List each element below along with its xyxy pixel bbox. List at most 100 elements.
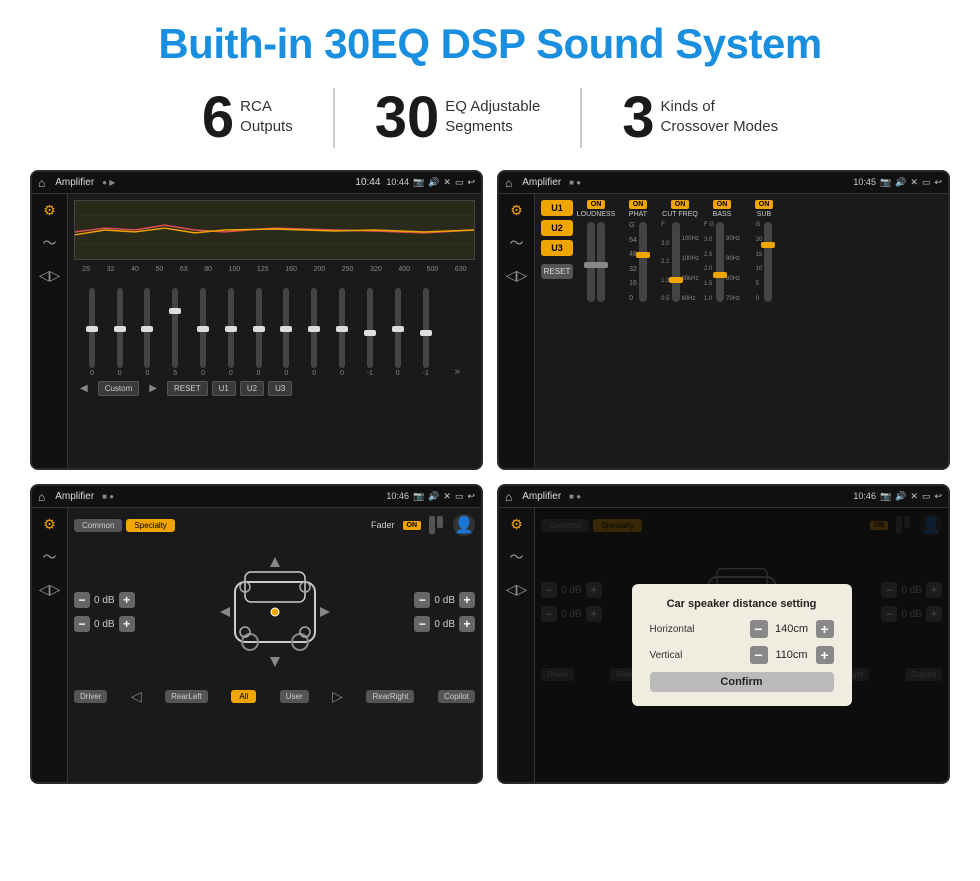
loudness-thumb2[interactable] xyxy=(594,262,608,268)
amp2-u1-btn[interactable]: U1 xyxy=(541,200,573,216)
wave-icon-4[interactable]: 〜 xyxy=(510,547,524,567)
cutfreq-on-badge[interactable]: ON xyxy=(671,200,690,209)
driver-btn-3[interactable]: Driver xyxy=(74,690,107,703)
eq-reset-btn[interactable]: RESET xyxy=(167,381,208,396)
bass-slider[interactable] xyxy=(716,222,724,302)
wave-icon-3[interactable]: 〜 xyxy=(43,547,57,567)
home-icon-4[interactable]: ⌂ xyxy=(505,490,512,504)
loudness-on-badge[interactable]: ON xyxy=(587,200,606,209)
vertical-minus-btn[interactable]: − xyxy=(750,646,768,664)
home-icon-1[interactable]: ⌂ xyxy=(38,176,45,190)
horizontal-plus-btn[interactable]: + xyxy=(816,620,834,638)
slider-track-2[interactable] xyxy=(117,288,123,368)
slider-thumb-8[interactable] xyxy=(280,326,292,332)
home-icon-2[interactable]: ⌂ xyxy=(505,176,512,190)
stat-label-crossover: Kinds ofCrossover Modes xyxy=(661,89,779,136)
slider-thumb-6[interactable] xyxy=(225,326,237,332)
fl-plus-btn[interactable]: + xyxy=(119,592,135,608)
eq-more-icon[interactable]: » xyxy=(455,366,461,377)
cutfreq-slider[interactable] xyxy=(672,222,680,302)
slider-track-5[interactable] xyxy=(200,288,206,368)
eq-u2-btn[interactable]: U2 xyxy=(240,381,264,396)
amp2-u3-btn[interactable]: U3 xyxy=(541,240,573,256)
confirm-btn[interactable]: Confirm xyxy=(650,672,834,692)
slider-thumb-3[interactable] xyxy=(141,326,153,332)
right-arrow-3[interactable]: ▷ xyxy=(332,688,343,705)
bass-thumb[interactable] xyxy=(713,272,727,278)
fr-plus-btn[interactable]: + xyxy=(459,592,475,608)
amp2-reset-btn[interactable]: RESET xyxy=(541,264,573,279)
slider-track-1[interactable] xyxy=(89,288,95,368)
speaker-icon-2[interactable]: ◁▷ xyxy=(506,267,528,284)
speaker-icon-3[interactable]: ◁▷ xyxy=(39,581,61,598)
minimize-icon-4: ▭ xyxy=(922,491,931,502)
slider-thumb-4[interactable] xyxy=(169,308,181,314)
all-btn-3[interactable]: All xyxy=(231,690,256,703)
eq-slider-3: 0 xyxy=(144,288,150,377)
horizontal-minus-btn[interactable]: − xyxy=(750,620,768,638)
tab-specialty-3[interactable]: Specialty xyxy=(126,519,174,532)
slider-thumb-5[interactable] xyxy=(197,326,209,332)
tab-common-3[interactable]: Common xyxy=(74,519,122,532)
slider-track-8[interactable] xyxy=(283,288,289,368)
slider-thumb-1[interactable] xyxy=(86,326,98,332)
slider-thumb-9[interactable] xyxy=(308,326,320,332)
left-arrow-3[interactable]: ◁ xyxy=(131,688,142,705)
rl-minus-btn[interactable]: − xyxy=(74,616,90,632)
wave-icon-1[interactable]: 〜 xyxy=(43,233,57,253)
eq-icon-4[interactable]: ⚙ xyxy=(510,516,523,533)
eq-prev-btn[interactable]: ◀ xyxy=(74,381,94,396)
rr-minus-btn[interactable]: − xyxy=(414,616,430,632)
rearleft-btn-3[interactable]: RearLeft xyxy=(165,690,208,703)
sub-thumb[interactable] xyxy=(761,242,775,248)
cutfreq-thumb[interactable] xyxy=(669,277,683,283)
eq-u1-btn[interactable]: U1 xyxy=(212,381,236,396)
slider-track-13[interactable] xyxy=(423,288,429,368)
slider-track-11[interactable] xyxy=(367,288,373,368)
eq-slider-13: -1 xyxy=(423,288,429,377)
slider-track-10[interactable] xyxy=(339,288,345,368)
slider-track-6[interactable] xyxy=(228,288,234,368)
wave-icon-2[interactable]: 〜 xyxy=(510,233,524,253)
slider-thumb-12[interactable] xyxy=(392,326,404,332)
eq-play-btn[interactable]: ▶ xyxy=(143,381,163,396)
slider-thumb-2[interactable] xyxy=(114,326,126,332)
vertical-plus-btn[interactable]: + xyxy=(816,646,834,664)
speaker-icon-1[interactable]: ◁▷ xyxy=(39,267,61,284)
screen-speaker-dialog: ⌂ Amplifier ■ ● 10:46 📷 🔊 ✕ ▭ ↩ ⚙ 〜 ◁▷ xyxy=(497,484,950,784)
slider-track-3[interactable] xyxy=(144,288,150,368)
eq-icon-3[interactable]: ⚙ xyxy=(43,516,56,533)
phat-slider[interactable] xyxy=(639,222,647,302)
close-icon-1: ✕ xyxy=(443,177,451,188)
slider-thumb-13[interactable] xyxy=(420,330,432,336)
slider-thumb-11[interactable] xyxy=(364,330,376,336)
fl-minus-btn[interactable]: − xyxy=(74,592,90,608)
loudness-slider2[interactable] xyxy=(597,222,605,302)
rl-plus-btn[interactable]: + xyxy=(119,616,135,632)
user-btn-3[interactable]: User xyxy=(280,690,309,703)
rr-plus-btn[interactable]: + xyxy=(459,616,475,632)
eq-custom-btn[interactable]: Custom xyxy=(98,381,140,396)
stat-number-eq: 30 xyxy=(375,89,440,147)
slider-thumb-10[interactable] xyxy=(336,326,348,332)
rearright-btn-3[interactable]: RearRight xyxy=(366,690,414,703)
slider-track-12[interactable] xyxy=(395,288,401,368)
fr-minus-btn[interactable]: − xyxy=(414,592,430,608)
amp2-u2-btn[interactable]: U2 xyxy=(541,220,573,236)
home-icon-3[interactable]: ⌂ xyxy=(38,490,45,504)
eq-u3-btn[interactable]: U3 xyxy=(268,381,292,396)
eq-icon-1[interactable]: ⚙ xyxy=(43,202,56,219)
slider-track-4[interactable] xyxy=(172,288,178,368)
sub-on-badge[interactable]: ON xyxy=(755,200,774,209)
bass-on-badge[interactable]: ON xyxy=(713,200,732,209)
phat-on-badge[interactable]: ON xyxy=(629,200,648,209)
copilot-btn-3[interactable]: Copilot xyxy=(438,690,475,703)
eq-icon-2[interactable]: ⚙ xyxy=(510,202,523,219)
slider-track-9[interactable] xyxy=(311,288,317,368)
slider-thumb-7[interactable] xyxy=(253,326,265,332)
phat-thumb[interactable] xyxy=(636,252,650,258)
sub-slider[interactable] xyxy=(764,222,772,302)
speaker-icon-4[interactable]: ◁▷ xyxy=(506,581,528,598)
slider-track-7[interactable] xyxy=(256,288,262,368)
fader-on-3[interactable]: ON xyxy=(403,521,422,530)
